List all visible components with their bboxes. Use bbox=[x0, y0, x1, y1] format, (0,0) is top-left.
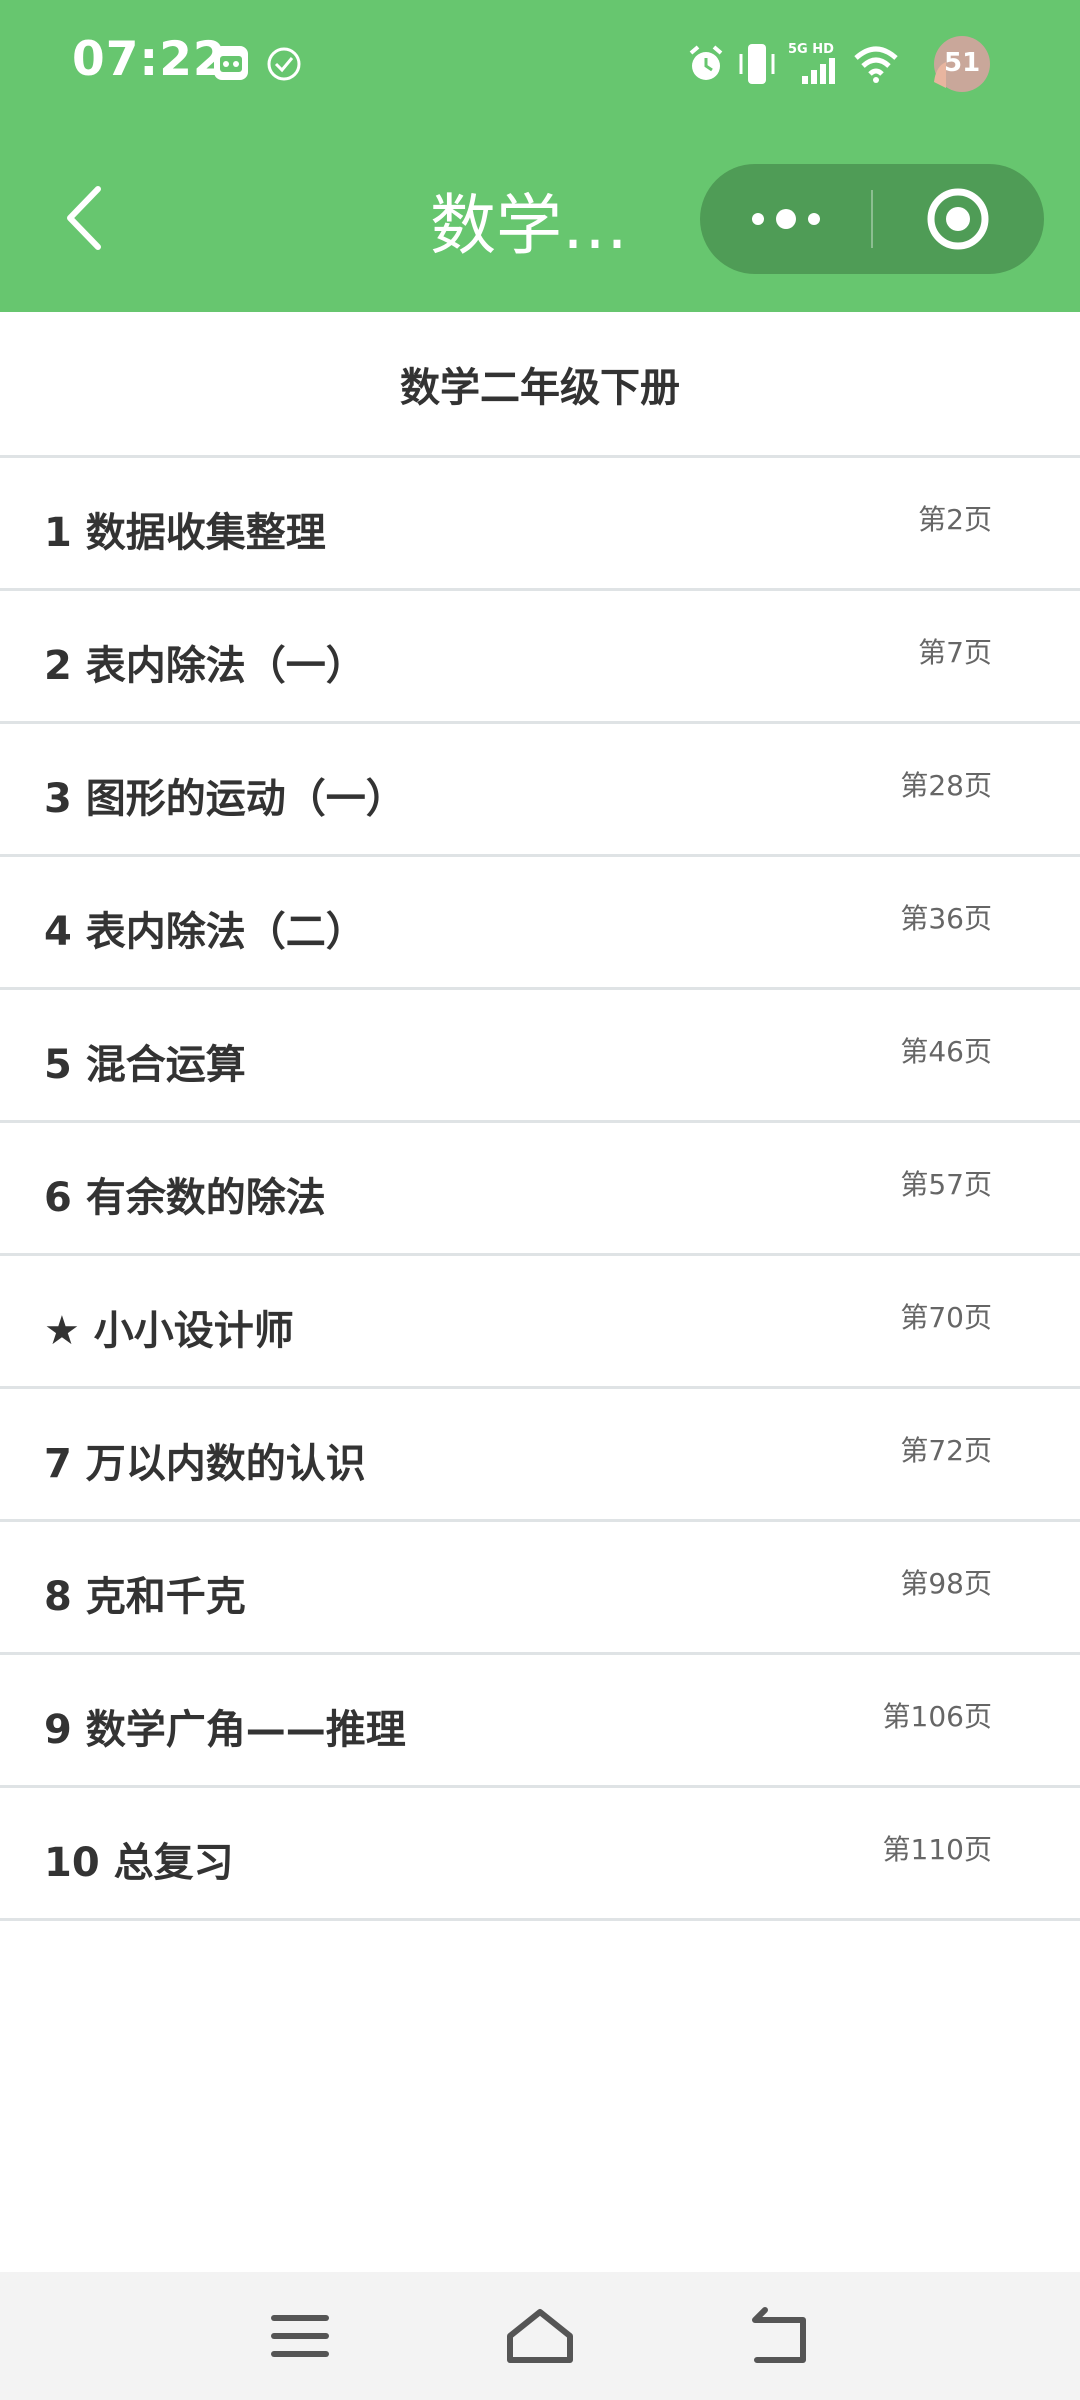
chapter-item[interactable]: 5 混合运算 第46页 bbox=[0, 990, 1080, 1123]
system-home-button[interactable] bbox=[490, 2296, 590, 2376]
close-target-icon bbox=[927, 188, 989, 250]
system-back-button[interactable] bbox=[730, 2296, 830, 2376]
chapter-item[interactable]: 4 表内除法（二） 第36页 bbox=[0, 857, 1080, 990]
more-dots-icon bbox=[752, 209, 820, 229]
signal-icon: 5G HD bbox=[786, 42, 842, 86]
system-nav-bar bbox=[0, 2272, 1080, 2400]
back-arrow-icon bbox=[67, 186, 101, 250]
chapter-item[interactable]: 2 表内除法（一） 第7页 bbox=[0, 591, 1080, 724]
app-notification-icon bbox=[214, 46, 248, 80]
chapter-item[interactable]: 3 图形的运动（一） 第28页 bbox=[0, 724, 1080, 857]
app-header: 07:22 5G HD 51 数学… bbox=[0, 0, 1080, 312]
chapter-title: 3 图形的运动（一） bbox=[44, 776, 406, 822]
chapter-page: 第7页 bbox=[918, 636, 992, 669]
status-time: 07:22 bbox=[72, 32, 227, 87]
battery-level: 51 bbox=[944, 48, 981, 78]
nav-bar: 数学… bbox=[0, 128, 1080, 312]
alarm-icon bbox=[689, 45, 723, 80]
chapter-title: 4 表内除法（二） bbox=[44, 909, 366, 955]
chapter-page: 第36页 bbox=[900, 902, 992, 935]
wifi-icon bbox=[854, 46, 898, 83]
chapter-title: 5 混合运算 bbox=[44, 1042, 246, 1088]
chapter-item[interactable]: 8 克和千克 第98页 bbox=[0, 1522, 1080, 1655]
page-title: 数学… bbox=[430, 187, 628, 264]
chapter-item[interactable]: 10 总复习 第110页 bbox=[0, 1788, 1080, 1921]
chapter-title: 6 有余数的除法 bbox=[44, 1175, 326, 1221]
chapter-item[interactable]: 9 数学广角——推理 第106页 bbox=[0, 1655, 1080, 1788]
mini-program-capsule bbox=[700, 164, 1044, 274]
chapter-item[interactable]: 7 万以内数的认识 第72页 bbox=[0, 1389, 1080, 1522]
chapter-item[interactable]: 1 数据收集整理 第2页 bbox=[0, 458, 1080, 591]
back-icon bbox=[752, 2307, 806, 2363]
chapter-item[interactable]: 6 有余数的除法 第57页 bbox=[0, 1123, 1080, 1256]
chapter-page: 第72页 bbox=[900, 1434, 992, 1467]
check-circle-icon bbox=[267, 47, 301, 81]
status-bar: 07:22 5G HD 51 bbox=[0, 0, 1080, 128]
chapter-page: 第57页 bbox=[900, 1168, 992, 1201]
chapter-page: 第28页 bbox=[900, 769, 992, 802]
back-button[interactable] bbox=[40, 168, 130, 268]
menu-icon bbox=[271, 2315, 329, 2357]
close-button[interactable] bbox=[872, 164, 1044, 274]
chapter-title: 8 克和千克 bbox=[44, 1574, 246, 1620]
chapter-page: 第110页 bbox=[882, 1833, 992, 1866]
chapter-page: 第46页 bbox=[900, 1035, 992, 1068]
book-title: 数学二年级下册 bbox=[400, 365, 680, 411]
chapter-title: 1 数据收集整理 bbox=[44, 510, 326, 556]
chapter-title: 7 万以内数的认识 bbox=[44, 1441, 366, 1487]
chapter-title: 2 表内除法（一） bbox=[44, 643, 366, 689]
chapter-title: 10 总复习 bbox=[44, 1840, 234, 1886]
chapter-item[interactable]: ★ 小小设计师 第70页 bbox=[0, 1256, 1080, 1389]
chapter-page: 第106页 bbox=[882, 1700, 992, 1733]
system-menu-button[interactable] bbox=[250, 2296, 350, 2376]
battery-icon: 51 bbox=[916, 36, 994, 92]
chapter-page: 第70页 bbox=[900, 1301, 992, 1334]
chapter-title: 9 数学广角——推理 bbox=[44, 1707, 406, 1753]
more-button[interactable] bbox=[700, 164, 872, 274]
chapter-page: 第98页 bbox=[900, 1567, 992, 1600]
chapter-title: ★ 小小设计师 bbox=[44, 1308, 294, 1354]
vibrate-icon bbox=[739, 44, 775, 84]
home-icon bbox=[507, 2309, 573, 2363]
chapter-page: 第2页 bbox=[918, 503, 992, 536]
chapter-list: 1 数据收集整理 第2页 2 表内除法（一） 第7页 3 图形的运动（一） 第2… bbox=[0, 455, 1080, 1921]
